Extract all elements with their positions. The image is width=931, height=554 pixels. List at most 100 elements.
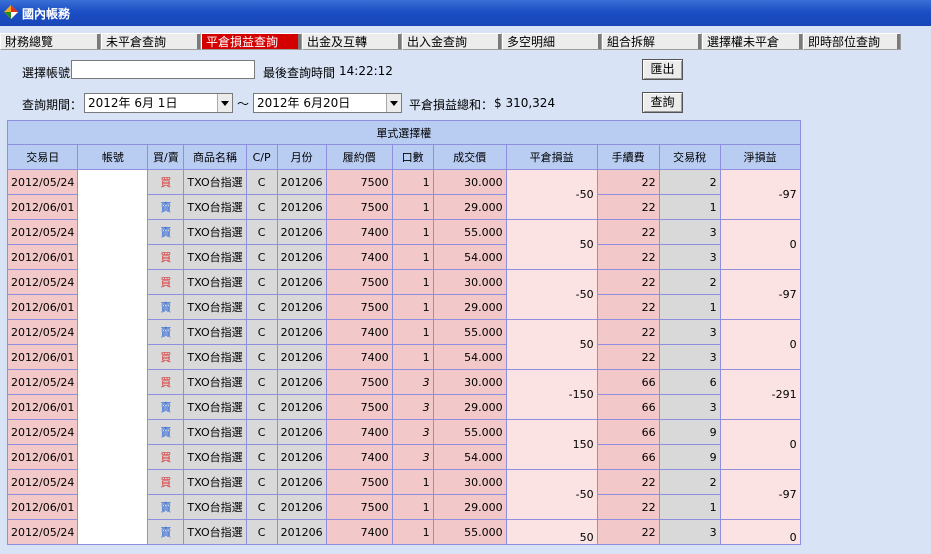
trade-date-cell: 2012/05/24 <box>6 369 79 395</box>
tax-cell: 3 <box>658 219 721 245</box>
tab-separator <box>398 34 401 49</box>
tab-4[interactable]: 出金及互轉 <box>302 33 402 50</box>
tab-6[interactable]: 多空明細 <box>502 33 602 50</box>
trade-date-cell: 2012/05/24 <box>6 169 79 195</box>
call-put-cell: C <box>245 169 278 195</box>
month-cell: 201206 <box>276 369 327 395</box>
strike-cell: 7500 <box>325 169 393 195</box>
tab-7[interactable]: 組合拆解 <box>602 33 702 50</box>
quantity-cell: 1 <box>391 344 434 370</box>
strike-cell: 7400 <box>325 219 393 245</box>
price-cell: 54.000 <box>432 244 507 270</box>
column-header[interactable]: 交易日 <box>6 144 79 170</box>
buy-sell-cell: 賣 <box>147 194 185 220</box>
tab-1[interactable]: 財務總覽 <box>0 33 101 50</box>
tab-label: 出入金查詢 <box>407 35 468 49</box>
quantity-cell: 3 <box>391 444 434 470</box>
chevron-down-icon[interactable] <box>217 94 232 112</box>
strike-cell: 7500 <box>325 294 393 320</box>
tab-5[interactable]: 出入金查詢 <box>402 33 502 50</box>
call-put-cell: C <box>245 344 278 370</box>
column-header[interactable]: 成交價 <box>432 144 507 170</box>
fee-cell: 22 <box>596 269 660 295</box>
column-header[interactable]: 平倉損益 <box>505 144 598 170</box>
export-button[interactable]: 匯出 <box>642 59 683 80</box>
net-pnl-cell: -97 <box>719 169 801 220</box>
close-pnl-cell: 50 <box>505 319 598 370</box>
column-header[interactable]: 商品名稱 <box>183 144 247 170</box>
close-pnl-cell: -50 <box>505 469 598 520</box>
column-header[interactable]: 手續費 <box>596 144 660 170</box>
trade-date-cell: 2012/06/01 <box>6 394 79 420</box>
quantity-cell: 1 <box>391 169 434 195</box>
price-cell: 55.000 <box>432 419 507 445</box>
results-grid: 單式選擇權 交易日 帳號 買/賣 商品名稱 C/P 月份 履約價 口數 成交價 平倉損益 手續費 交易… <box>6 120 801 545</box>
tax-cell: 3 <box>658 519 721 545</box>
column-header[interactable]: C/P <box>245 144 278 170</box>
call-put-cell: C <box>245 219 278 245</box>
call-put-cell: C <box>245 394 278 420</box>
trade-date-cell: 2012/05/24 <box>6 269 79 295</box>
column-header[interactable]: 口數 <box>391 144 434 170</box>
column-header[interactable]: 買/賣 <box>147 144 185 170</box>
close-pnl-cell: -50 <box>505 169 598 220</box>
tab-8[interactable]: 選擇權未平倉 <box>702 33 803 50</box>
strike-cell: 7400 <box>325 244 393 270</box>
column-header[interactable]: 淨損益 <box>719 144 801 170</box>
trade-date-cell: 2012/06/01 <box>6 344 79 370</box>
column-header[interactable]: 帳號 <box>77 144 149 170</box>
column-header[interactable]: 履約價 <box>325 144 393 170</box>
close-pnl-cell: 150 <box>505 419 598 470</box>
tab-2[interactable]: 未平倉查詢 <box>101 33 201 50</box>
trade-date-cell: 2012/06/01 <box>6 444 79 470</box>
quantity-cell: 1 <box>391 244 434 270</box>
date-to-value: 2012年 6月20日 <box>257 96 351 110</box>
tax-cell: 1 <box>658 494 721 520</box>
tab-3[interactable]: 平倉損益查詢 <box>201 33 302 50</box>
trade-date-cell: 2012/06/01 <box>6 194 79 220</box>
fee-cell: 22 <box>596 219 660 245</box>
chevron-down-icon[interactable] <box>386 94 401 112</box>
fee-cell: 22 <box>596 519 660 545</box>
strike-cell: 7500 <box>325 269 393 295</box>
tax-cell: 1 <box>658 194 721 220</box>
product-name-cell: TXO台指選 <box>183 494 247 520</box>
product-name-cell: TXO台指選 <box>183 394 247 420</box>
buy-sell-cell: 賣 <box>147 419 185 445</box>
product-name-cell: TXO台指選 <box>183 169 247 195</box>
price-cell: 30.000 <box>432 369 507 395</box>
call-put-cell: C <box>245 319 278 345</box>
buy-sell-cell: 賣 <box>147 519 185 545</box>
fee-cell: 66 <box>596 369 660 395</box>
tab-label: 組合拆解 <box>607 35 656 49</box>
column-header[interactable]: 月份 <box>276 144 327 170</box>
date-to-select[interactable]: 2012年 6月20日 <box>253 93 402 113</box>
fee-cell: 22 <box>596 244 660 270</box>
month-cell: 201206 <box>276 394 327 420</box>
tax-cell: 2 <box>658 469 721 495</box>
results-table: 單式選擇權 交易日 帳號 買/賣 商品名稱 C/P 月份 履約價 口數 成交價 平倉損益 手續費 交易… <box>6 120 801 545</box>
fee-cell: 22 <box>596 319 660 345</box>
product-name-cell: TXO台指選 <box>183 369 247 395</box>
price-cell: 29.000 <box>432 294 507 320</box>
tab-separator <box>298 34 301 49</box>
tab-separator <box>698 34 701 49</box>
trade-date-cell: 2012/05/24 <box>6 219 79 245</box>
account-input[interactable] <box>71 60 255 79</box>
price-cell: 55.000 <box>432 519 507 545</box>
table-row[interactable]: 2012/05/24 買 TXO台指選 C 201206 7500 1 30.000 -50 22… <box>6 169 801 545</box>
tax-cell: 3 <box>658 319 721 345</box>
query-button[interactable]: 查詢 <box>642 92 683 113</box>
month-cell: 201206 <box>276 444 327 470</box>
fee-cell: 22 <box>596 294 660 320</box>
column-header[interactable]: 交易稅 <box>658 144 721 170</box>
strike-cell: 7500 <box>325 469 393 495</box>
fee-cell: 22 <box>596 169 660 195</box>
tab-9[interactable]: 即時部位查詢 <box>803 33 901 50</box>
tab-bar: 財務總覽 未平倉查詢 平倉損益查詢 出金及互轉 出入金查詢 多空明細 組合拆解 選擇權未平倉 即… <box>0 33 931 51</box>
buy-sell-cell: 買 <box>147 244 185 270</box>
buy-sell-cell: 賣 <box>147 294 185 320</box>
tab-separator <box>97 34 100 49</box>
date-from-select[interactable]: 2012年 6月 1日 <box>84 93 233 113</box>
product-name-cell: TXO台指選 <box>183 419 247 445</box>
